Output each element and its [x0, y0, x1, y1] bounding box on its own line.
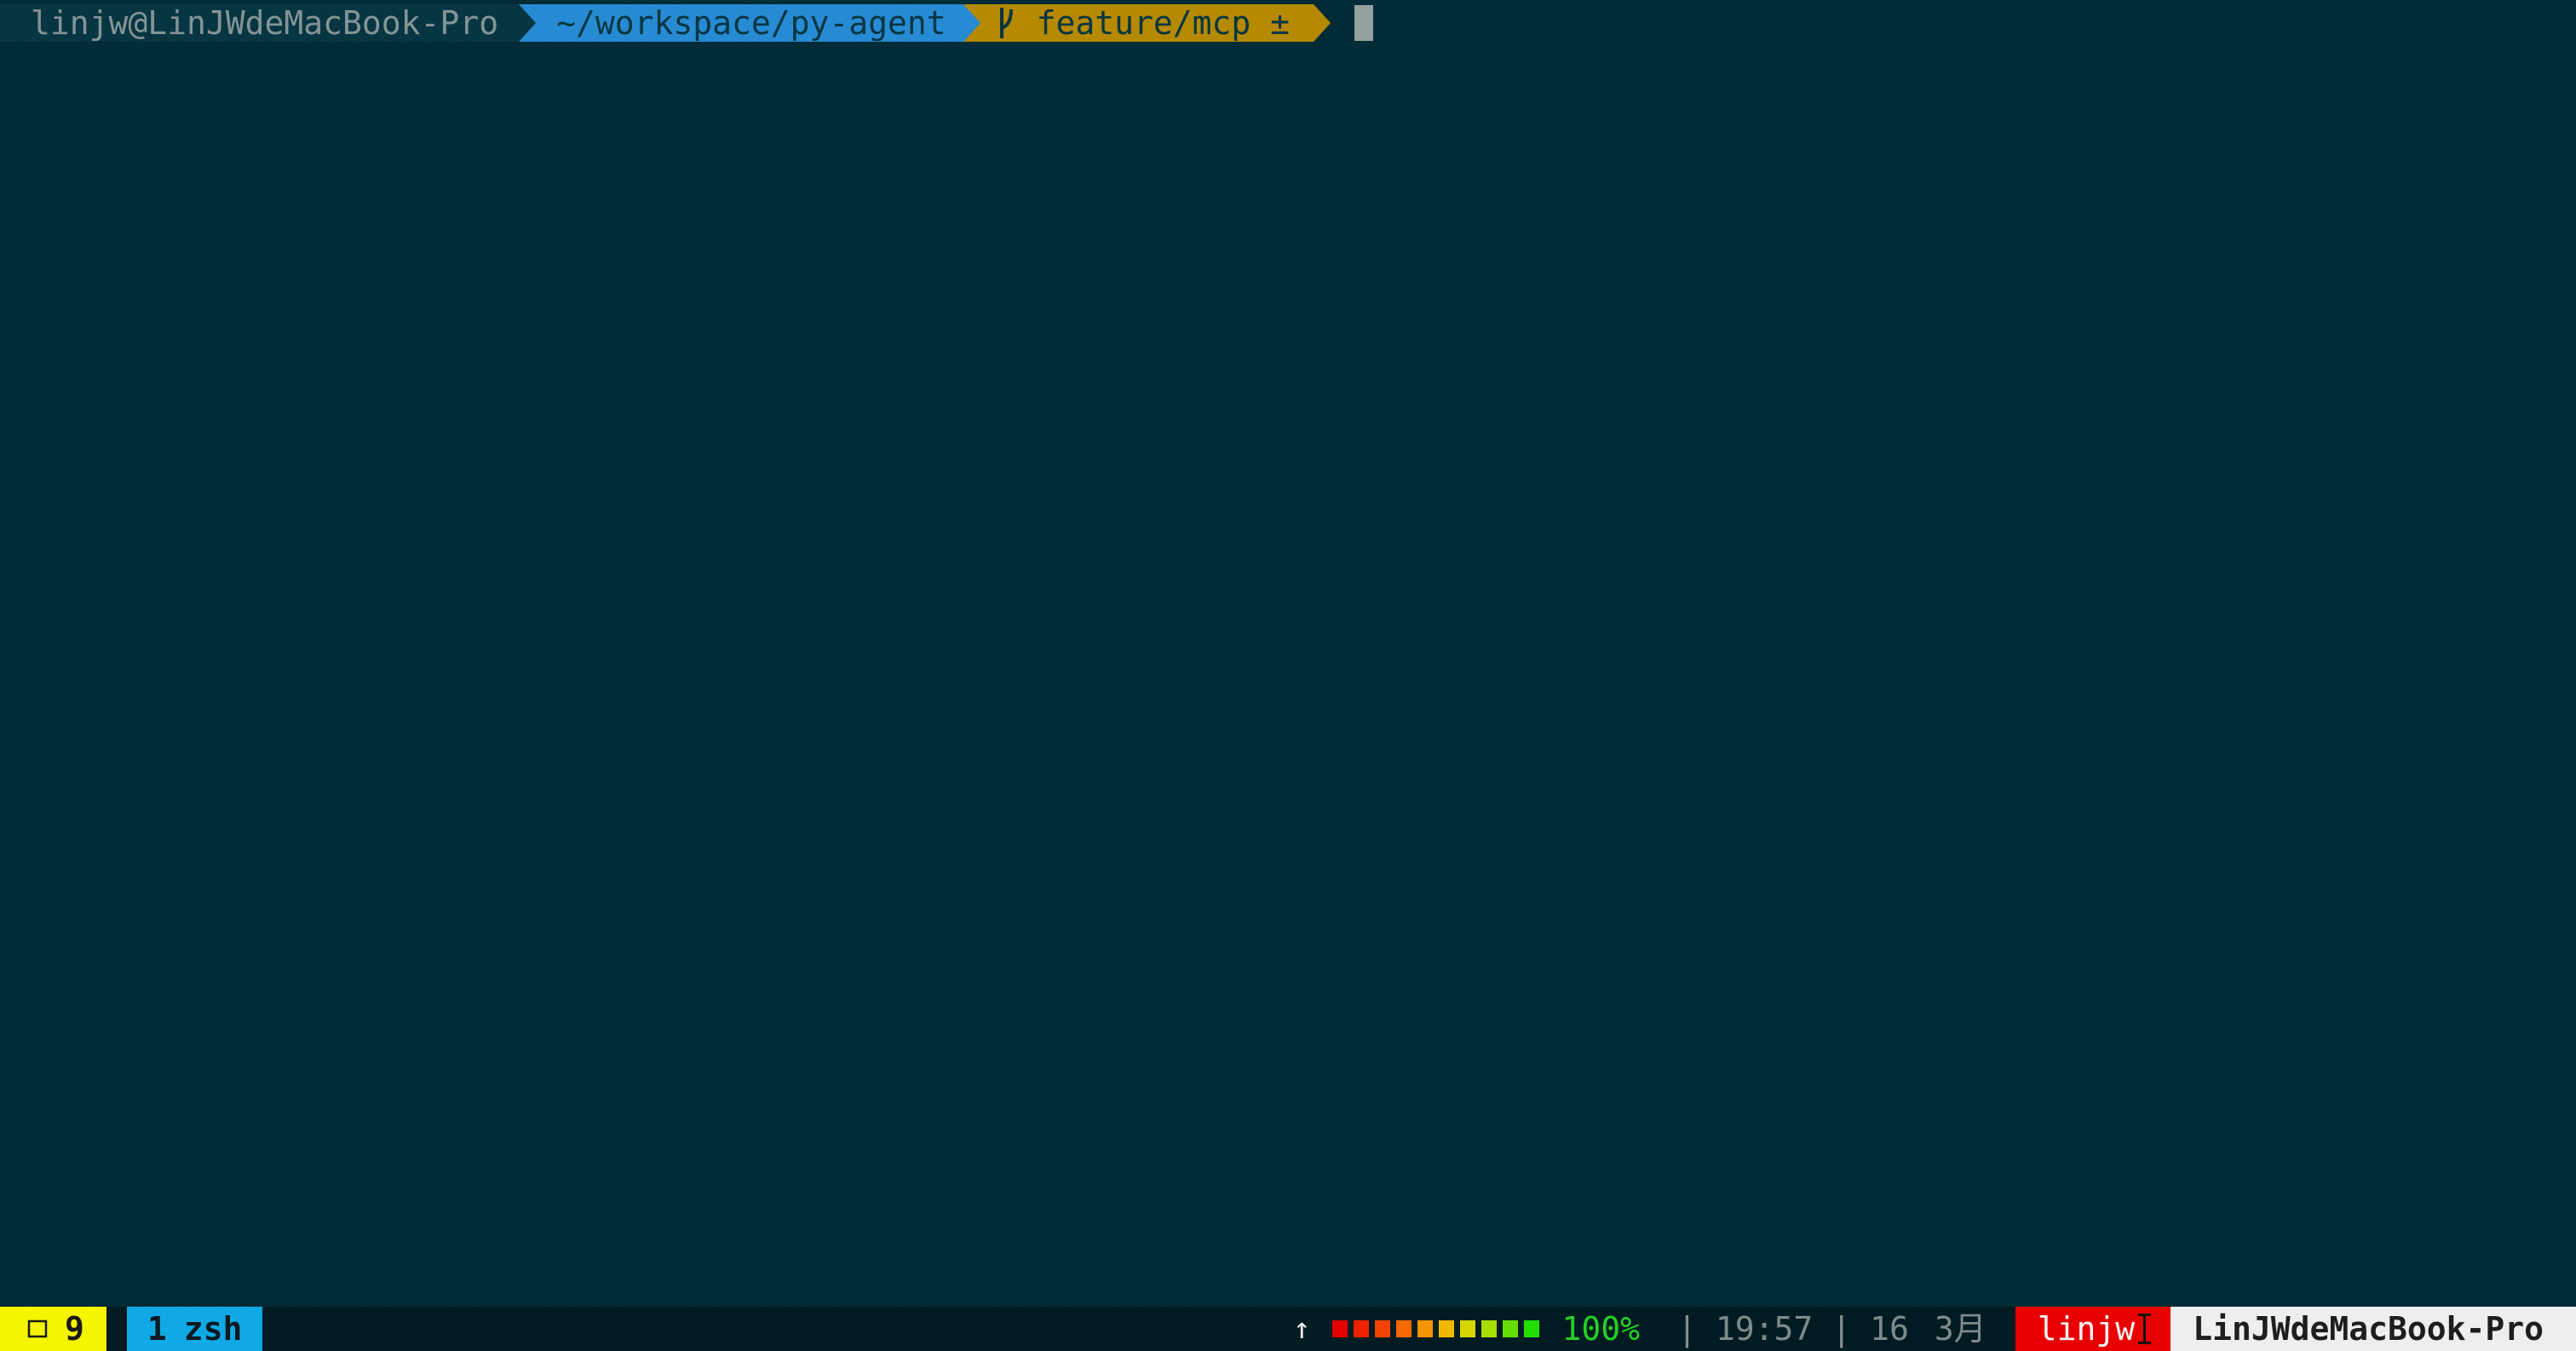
prompt-context-segment: linjw@LinJWdeMacBook-Pro	[0, 4, 537, 42]
battery-bar	[1332, 1320, 1348, 1337]
tmux-session-indicator[interactable]: 9	[0, 1307, 106, 1351]
tmux-session-count: 9	[65, 1310, 84, 1348]
status-hostname: LinJWdeMacBook-Pro	[2171, 1307, 2576, 1351]
git-branch-icon	[998, 6, 1015, 40]
shell-prompt: linjw@LinJWdeMacBook-Pro ~/workspace/py-…	[0, 0, 1374, 46]
tmux-window-tab[interactable]: 1 zsh	[126, 1307, 263, 1351]
battery-percent: 100%	[1561, 1310, 1640, 1348]
status-right-section: ↑ 100% | 19:57 | 16 3月 linjw LinJWdeMacB…	[1293, 1307, 2576, 1351]
status-user-label: linjw	[2037, 1310, 2136, 1348]
prompt-git-segment: feature/mcp ±	[963, 4, 1331, 42]
status-divider: |	[1831, 1310, 1852, 1348]
prompt-directory-segment: ~/workspace/py-agent	[519, 4, 980, 42]
tmux-window-index: 1	[147, 1310, 167, 1348]
battery-bar	[1439, 1320, 1455, 1337]
up-arrow-icon: ↑	[1292, 1312, 1311, 1346]
status-hostname-label: LinJWdeMacBook-Pro	[2193, 1310, 2544, 1348]
status-user: linjw	[2015, 1307, 2171, 1351]
prompt-user-host: linjw@LinJWdeMacBook-Pro	[31, 4, 499, 42]
status-month: 3月	[1934, 1310, 1987, 1348]
status-divider: |	[1676, 1310, 1697, 1348]
terminal-cursor[interactable]	[1354, 5, 1374, 41]
battery-bar	[1524, 1320, 1540, 1337]
battery-bar	[1375, 1320, 1391, 1337]
text-cursor-icon	[2138, 1314, 2152, 1344]
prompt-directory: ~/workspace/py-agent	[556, 4, 946, 42]
battery-bar	[1460, 1320, 1476, 1337]
window-icon	[27, 1319, 48, 1339]
powerline-separator-icon	[1314, 4, 1331, 42]
battery-bar	[1417, 1320, 1434, 1337]
tmux-status-bar: 9 1 zsh ↑ 100% | 19:57 | 16 3月 linjw Lin…	[0, 1307, 2576, 1351]
prompt-git-branch: feature/mcp ±	[1036, 4, 1291, 42]
battery-bar	[1503, 1320, 1519, 1337]
tmux-window-name: zsh	[183, 1310, 243, 1348]
battery-bar	[1396, 1320, 1412, 1337]
powerline-separator-icon	[963, 4, 980, 42]
terminal-window[interactable]: linjw@LinJWdeMacBook-Pro ~/workspace/py-…	[0, 0, 2576, 1351]
status-time: 19:57	[1715, 1310, 1814, 1348]
battery-level-meter	[1332, 1320, 1540, 1337]
status-day: 16	[1870, 1310, 1909, 1348]
battery-bar	[1481, 1320, 1498, 1337]
powerline-separator-icon	[519, 4, 537, 42]
battery-bar	[1354, 1320, 1370, 1337]
